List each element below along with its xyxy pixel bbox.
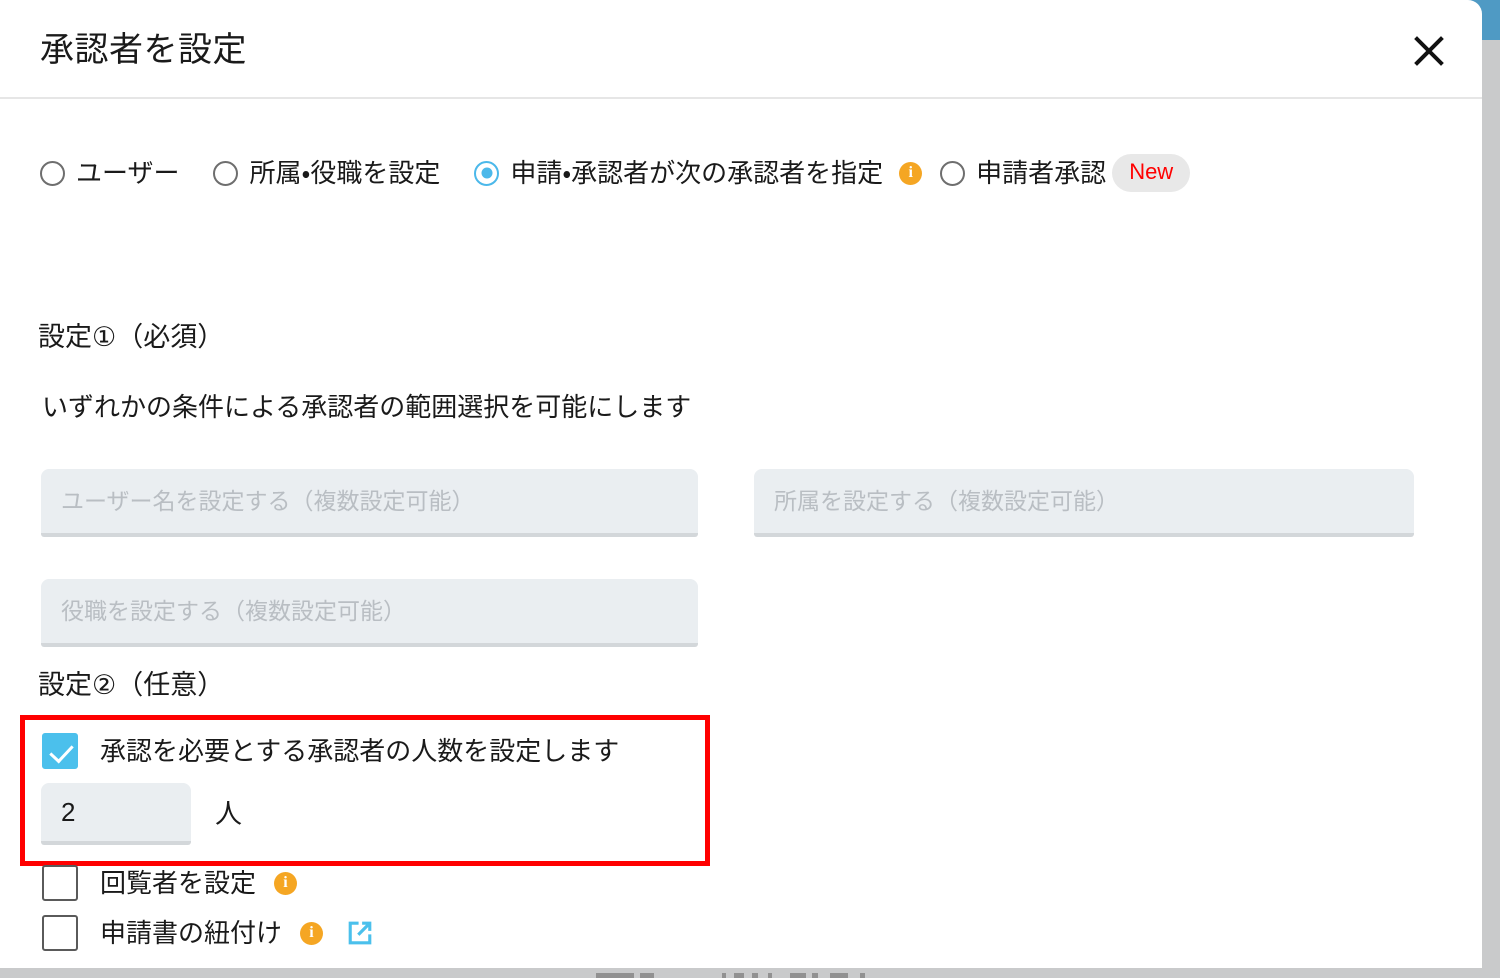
approver-count-unit: 人 [215,799,242,829]
info-icon-form-link[interactable]: i [300,921,324,945]
approver-count-input[interactable] [41,783,191,845]
page-title: 承認者を設定 [40,31,247,69]
radio-option-applicant-approval[interactable]: 申請者承認 New [940,154,1191,192]
approver-count-check-row: 承認を必要とする承認者の人数を設定します [42,731,619,771]
approver-count-label: 承認を必要とする承認者の人数を設定します [100,736,620,766]
setting1-heading: 設定①（必須） [38,322,225,352]
form-link-check-row: 申請書の紐付け i [42,913,377,953]
reviewer-check-row: 回覧者を設定 i [42,863,298,903]
page-root: 承認者を設定 ユーザー 所属・役職を設定 申請・承認者が次の承認者を指定 i 申… [0,0,1500,978]
radio-option-user[interactable]: ユーザー [40,158,179,188]
set-approver-modal: 承認者を設定 ユーザー 所属・役職を設定 申請・承認者が次の承認者を指定 i 申… [0,0,1482,968]
page-bottom-content-strip [0,970,1500,978]
form-link-checkbox[interactable] [42,915,78,951]
radio-icon-user[interactable] [40,160,65,186]
radio-option-department-position[interactable]: 所属・役職を設定 [213,158,440,188]
close-icon [1413,35,1445,67]
radio-label-applicant-approval: 申請者承認 [976,158,1107,188]
modal-header: 承認者を設定 [0,0,1482,99]
radio-label-next-approver: 申請・承認者が次の承認者を指定 [510,158,884,188]
close-button[interactable] [1406,28,1452,74]
info-icon-next-approver[interactable]: i [899,161,923,185]
reviewer-checkbox[interactable] [42,865,78,901]
modal-body: ユーザー 所属・役職を設定 申請・承認者が次の承認者を指定 i 申請者承認 Ne… [0,99,1482,968]
reviewer-label: 回覧者を設定 [100,868,257,898]
radio-icon-next-approver[interactable] [474,160,500,186]
department-input[interactable] [754,469,1414,537]
approver-type-radio-group: ユーザー 所属・役職を設定 申請・承認者が次の承認者を指定 i 申請者承認 Ne… [40,151,1191,195]
position-input[interactable] [41,579,698,647]
setting1-description: いずれかの条件による承認者の範囲選択を可能にします [42,392,692,422]
radio-icon-applicant-approval[interactable] [940,160,966,186]
info-icon-reviewer[interactable]: i [274,871,298,895]
approver-count-field-group: 人 [41,783,242,845]
form-link-label: 申請書の紐付け [100,918,283,948]
setting2-heading: 設定②（任意） [38,670,225,700]
new-badge: New [1112,154,1191,192]
radio-label-user: ユーザー [76,158,180,188]
approver-count-checkbox[interactable] [42,733,78,769]
radio-option-next-approver[interactable]: 申請・承認者が次の承認者を指定 [474,158,883,188]
username-input[interactable] [41,469,698,537]
radio-label-department-position: 所属・役職を設定 [249,158,441,188]
external-link-icon[interactable] [343,916,377,950]
radio-icon-department-position[interactable] [213,160,239,186]
